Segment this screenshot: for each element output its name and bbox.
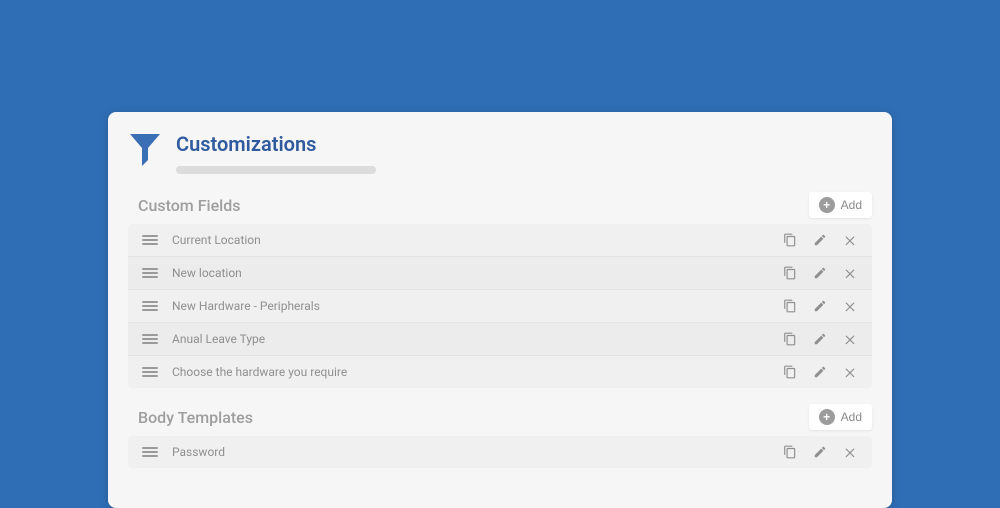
list-item: Password <box>128 436 872 468</box>
close-icon[interactable] <box>842 298 858 314</box>
row-actions <box>782 444 858 460</box>
list-item-label: Password <box>172 445 782 459</box>
add-label: Add <box>841 410 862 424</box>
add-button[interactable]: + Add <box>809 192 872 218</box>
section-title: Body Templates <box>138 408 253 427</box>
close-icon[interactable] <box>842 364 858 380</box>
close-icon[interactable] <box>842 265 858 281</box>
copy-icon[interactable] <box>782 265 798 281</box>
edit-icon[interactable] <box>812 444 828 460</box>
plus-icon: + <box>819 409 835 425</box>
row-actions <box>782 331 858 347</box>
customizations-card: Customizations Custom Fields + Add Curre… <box>108 112 892 508</box>
list-item-label: Current Location <box>172 233 782 247</box>
drag-handle-icon[interactable] <box>142 334 158 344</box>
edit-icon[interactable] <box>812 232 828 248</box>
section-header-custom-fields: Custom Fields + Add <box>138 192 872 218</box>
list-item-label: Choose the hardware you require <box>172 365 782 379</box>
subtitle-placeholder <box>176 166 376 174</box>
list-item: New Hardware - Peripherals <box>128 290 872 323</box>
page-title: Customizations <box>176 132 872 156</box>
custom-fields-list: Current Location New location New Hardwa… <box>128 224 872 388</box>
edit-icon[interactable] <box>812 331 828 347</box>
drag-handle-icon[interactable] <box>142 301 158 311</box>
copy-icon[interactable] <box>782 331 798 347</box>
drag-handle-icon[interactable] <box>142 447 158 457</box>
plus-icon: + <box>819 197 835 213</box>
drag-handle-icon[interactable] <box>142 235 158 245</box>
page-header: Customizations <box>128 132 872 174</box>
drag-handle-icon[interactable] <box>142 367 158 377</box>
copy-icon[interactable] <box>782 232 798 248</box>
close-icon[interactable] <box>842 232 858 248</box>
row-actions <box>782 232 858 248</box>
list-item: New location <box>128 257 872 290</box>
edit-icon[interactable] <box>812 364 828 380</box>
section-title: Custom Fields <box>138 196 241 215</box>
title-block: Customizations <box>176 132 872 174</box>
copy-icon[interactable] <box>782 298 798 314</box>
close-icon[interactable] <box>842 444 858 460</box>
list-item: Anual Leave Type <box>128 323 872 356</box>
list-item: Choose the hardware you require <box>128 356 872 388</box>
row-actions <box>782 298 858 314</box>
funnel-icon <box>128 132 162 166</box>
add-button[interactable]: + Add <box>809 404 872 430</box>
list-item-label: New location <box>172 266 782 280</box>
add-label: Add <box>841 198 862 212</box>
list-item-label: New Hardware - Peripherals <box>172 299 782 313</box>
row-actions <box>782 364 858 380</box>
copy-icon[interactable] <box>782 444 798 460</box>
section-header-body-templates: Body Templates + Add <box>138 404 872 430</box>
edit-icon[interactable] <box>812 298 828 314</box>
list-item-label: Anual Leave Type <box>172 332 782 346</box>
close-icon[interactable] <box>842 331 858 347</box>
list-item: Current Location <box>128 224 872 257</box>
copy-icon[interactable] <box>782 364 798 380</box>
row-actions <box>782 265 858 281</box>
body-templates-list: Password <box>128 436 872 468</box>
drag-handle-icon[interactable] <box>142 268 158 278</box>
edit-icon[interactable] <box>812 265 828 281</box>
